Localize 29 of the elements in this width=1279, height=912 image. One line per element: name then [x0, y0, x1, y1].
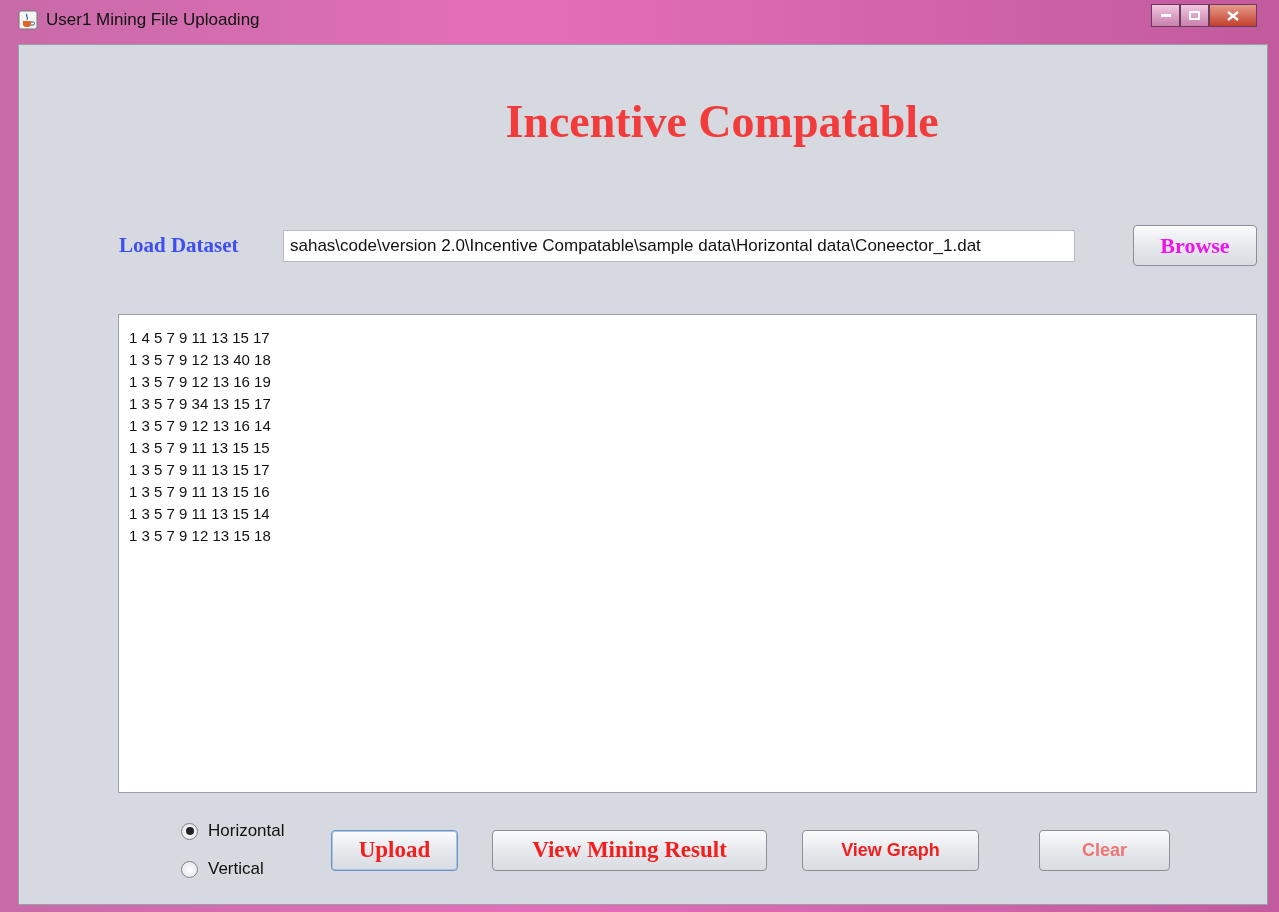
minimize-icon: [1160, 13, 1171, 18]
maximize-button[interactable]: [1180, 4, 1209, 27]
data-line: 1 3 5 7 9 12 13 16 19: [129, 372, 272, 392]
app-heading: Incentive Compatable: [504, 95, 940, 148]
java-cup-icon: [18, 10, 38, 30]
close-button[interactable]: [1209, 4, 1257, 27]
action-button[interactable]: View Graph: [802, 829, 979, 871]
field-label: Load Dataset: [119, 233, 240, 258]
action-button[interactable]: Upload: [331, 829, 458, 871]
data-line: 1 3 5 7 9 11 13 15 15: [129, 438, 271, 458]
browse-button[interactable]: Browse: [1133, 225, 1257, 266]
close-icon: [1227, 10, 1239, 21]
action-button[interactable]: View Mining Result: [492, 829, 767, 871]
radio-option[interactable]: Vertical: [181, 859, 331, 879]
data-line: 1 4 5 7 9 11 13 15 17: [129, 328, 271, 348]
data-line: 1 3 5 7 9 11 13 15 16: [129, 482, 271, 502]
minimize-button[interactable]: [1151, 4, 1180, 27]
window-title: User1 Mining File Uploading: [46, 10, 260, 30]
data-line: 1 3 5 7 9 11 13 15 14: [129, 504, 271, 524]
file-path-field[interactable]: sahas\code\version 2.0\Incentive Compatable\sample data\Horizontal data\Coneector_1.dat: [283, 229, 1075, 262]
data-line: 1 3 5 7 9 11 13 15 17: [129, 460, 271, 480]
data-line: 1 3 5 7 9 34 13 15 17: [129, 394, 272, 414]
radio-option[interactable]: Horizontal: [181, 821, 331, 841]
radio-icon[interactable]: [181, 860, 198, 878]
data-line: 1 3 5 7 9 12 13 16 14: [129, 416, 272, 436]
data-line: 1 3 5 7 9 12 13 15 18: [129, 526, 272, 546]
data-line: 1 3 5 7 9 12 13 40 18: [129, 350, 272, 370]
radio-selected-icon[interactable]: [181, 822, 198, 840]
maximize-icon: [1189, 11, 1200, 20]
